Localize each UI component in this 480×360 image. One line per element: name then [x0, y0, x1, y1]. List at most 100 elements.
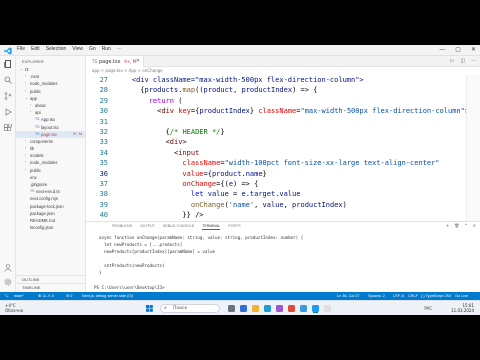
line-number: 28 [99, 86, 108, 95]
new-terminal-icon[interactable]: + [446, 223, 449, 228]
taskbar-search[interactable]: ⌕ Поиск [160, 304, 220, 313]
extensions-icon[interactable] [4, 124, 12, 132]
code-line: 38 let value = e.target.value [86, 189, 480, 199]
tree-item-label: App.tsx [41, 117, 55, 123]
vscode-taskbar-icon[interactable] [312, 305, 319, 312]
app-icon-gray[interactable] [324, 305, 331, 312]
status-debug-config[interactable]: Next.js: debug server-side (I3) [82, 292, 133, 300]
menu-item[interactable]: Run [102, 46, 111, 52]
tree-item[interactable]: › models [16, 152, 85, 159]
status-ports[interactable]: ⊘ 0 [66, 292, 72, 300]
tree-item[interactable]: › node_modules [16, 159, 85, 166]
tree-item[interactable]: ⌄ I3 [16, 66, 85, 73]
file-tree: ⌄ I3 › .next › node_modules › public ⌄ app › about ›… [16, 66, 85, 231]
tree-item[interactable]: › api [16, 109, 85, 116]
edge-icon[interactable] [264, 305, 271, 312]
status-go-live[interactable]: Go Live [455, 292, 468, 300]
tab-close-icon[interactable]: ✕ [136, 56, 140, 67]
tab-label: page.tsx [98, 59, 121, 65]
status-language[interactable]: { } TypeScript JSX [421, 292, 452, 300]
tree-item[interactable]: › node_modules [16, 80, 85, 87]
weather-widget[interactable]: +4°C Облачно [5, 303, 23, 313]
tree-item[interactable]: ⌄ app [16, 95, 85, 102]
tree-item[interactable]: › lib [16, 145, 85, 152]
terminal-prompt[interactable]: PS C:\Users\user\Desktop\I3> [94, 285, 165, 290]
tree-item[interactable]: tsconfig.json [16, 224, 85, 231]
search-icon[interactable] [4, 76, 12, 84]
app-icon-purple[interactable] [276, 305, 283, 312]
tab-page-tsx[interactable]: TS page.tsx 9+, M ✕ [86, 56, 144, 67]
clock[interactable]: 15:01 11.03.2024 [451, 303, 474, 313]
code-token: < [115, 138, 170, 147]
maximize-icon[interactable]: ▢ [455, 46, 461, 53]
menu-item[interactable]: Selection [46, 46, 67, 52]
remote-indicator-icon[interactable]: ⌥ [4, 292, 8, 300]
tree-item[interactable]: package-lock.json [16, 203, 85, 210]
more-actions-icon[interactable]: ··· [471, 58, 476, 64]
tree-item[interactable]: › public [16, 88, 85, 95]
menu-item[interactable]: ··· [117, 46, 122, 52]
tree-item[interactable]: next.config.mjs [16, 195, 85, 202]
widgets-icon[interactable] [240, 305, 247, 312]
file-explorer-icon[interactable] [252, 305, 259, 312]
start-windows-icon[interactable] [146, 305, 153, 312]
status-branch[interactable]: main* [14, 292, 24, 300]
trash-icon[interactable]: 🗑 [454, 223, 459, 228]
minimap[interactable] [466, 75, 480, 221]
tree-item[interactable]: TS page.tsx 9+, M [16, 130, 85, 138]
code-token: (( [195, 86, 204, 95]
tree-item[interactable]: › components [16, 138, 85, 145]
code-token: } [262, 169, 267, 178]
tree-item[interactable]: README.md [16, 217, 85, 224]
code-line: 36 value={product.name} [86, 169, 480, 179]
terminal-line: async function onChange(paramName: strin… [94, 235, 304, 240]
close-icon[interactable]: ✕ [471, 46, 476, 53]
line-number: 32 [99, 128, 108, 136]
tree-item[interactable]: TS layout.tsx [16, 124, 85, 131]
tree-item[interactable]: .gitignore [16, 181, 85, 188]
minimize-icon[interactable]: — [439, 46, 445, 53]
account-icon[interactable] [4, 264, 12, 272]
menu-item[interactable]: View [72, 46, 83, 52]
panel-tab[interactable]: DEBUG CONSOLE [163, 222, 194, 230]
menu-item[interactable]: Edit [31, 46, 40, 52]
outline-section[interactable]: OUTLINE [16, 275, 85, 283]
tree-item[interactable]: › public [16, 167, 85, 174]
split-editor-icon[interactable]: ◫ [460, 58, 465, 64]
line-number: 33 [99, 138, 108, 147]
close-panel-icon[interactable]: ✕ [473, 223, 476, 228]
status-problems[interactable]: ⊗ 11 ⚠ 0 [38, 292, 54, 300]
panel-tab[interactable]: PORTS [228, 222, 240, 230]
status-eol[interactable]: CRLF [408, 292, 418, 300]
explorer-icon[interactable] [4, 60, 12, 68]
status-cursor-pos[interactable]: Ln 36, Col 27 [337, 292, 360, 300]
tree-item[interactable]: TS next-env.d.ts [16, 188, 85, 195]
code-editor[interactable]: 27 <div className="max-width-500px flex-… [86, 75, 480, 221]
run-debug-icon[interactable] [4, 108, 12, 116]
tree-item[interactable]: TS App.tsx [16, 116, 85, 123]
tree-item-label: public [30, 88, 41, 94]
panel-tab[interactable]: TERMINAL [202, 222, 221, 230]
maximize-panel-icon[interactable]: ^ [464, 223, 467, 228]
menu-item[interactable]: File [17, 46, 25, 52]
run-icon[interactable]: ▷ [451, 58, 455, 64]
settings-gear-icon[interactable] [4, 278, 12, 286]
language-indicator[interactable]: РУС [424, 306, 432, 311]
tree-item[interactable]: › about [16, 102, 85, 109]
panel-tab[interactable]: PROBLEMS [112, 222, 132, 230]
status-indent[interactable]: Spaces: 2 [368, 292, 385, 300]
telegram-icon[interactable] [300, 305, 307, 312]
tree-item[interactable]: env [16, 174, 85, 181]
timeline-section[interactable]: TIMELINE [16, 283, 85, 291]
menu-item[interactable]: Go [89, 46, 96, 52]
panel-tab[interactable]: OUTPUT [140, 222, 155, 230]
breadcrumb[interactable]: app > page.tsx > App > onChange [86, 67, 480, 75]
code-text: className="width-100pct font-size-xx-lar… [115, 158, 439, 168]
terminal-line: let newProducts = [...products] [94, 242, 183, 247]
source-control-icon[interactable] [4, 92, 12, 100]
task-view-icon[interactable] [228, 305, 235, 312]
chrome-icon[interactable] [288, 305, 295, 312]
tree-item[interactable]: › .next [16, 73, 85, 80]
status-encoding[interactable]: UTF-8 [393, 292, 404, 300]
tree-item[interactable]: package.json [16, 210, 85, 217]
